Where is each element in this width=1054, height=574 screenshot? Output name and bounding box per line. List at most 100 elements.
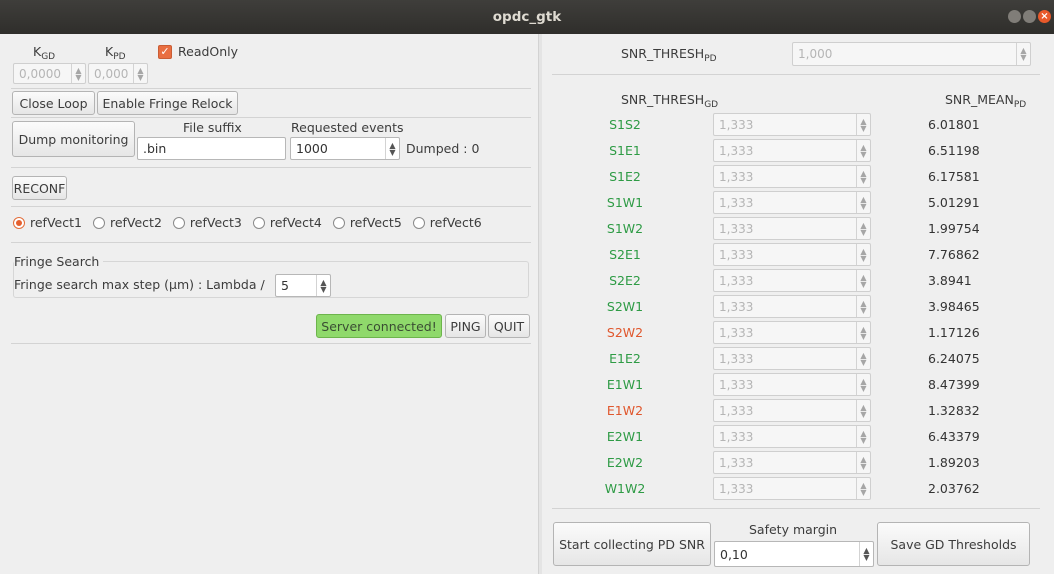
spin-arrows-icon[interactable]: ▲ ▼: [1016, 43, 1030, 65]
snr-thresh-gd-spinbox[interactable]: 1,333 ▲ ▼: [713, 243, 871, 266]
fringe-search-title: Fringe Search: [14, 254, 104, 269]
safety-margin-value: 0,10: [720, 546, 748, 562]
start-collecting-pd-snr-button[interactable]: Start collecting PD SNR: [553, 522, 711, 566]
snr-thresh-gd-spinbox[interactable]: 1,333 ▲ ▼: [713, 295, 871, 318]
reconf-button[interactable]: RECONF: [12, 176, 67, 200]
spin-arrows-icon[interactable]: ▲ ▼: [856, 374, 870, 395]
requested-events-spinbox[interactable]: 1000 ▲ ▼: [290, 137, 400, 160]
spin-arrows-icon[interactable]: ▲ ▼: [316, 275, 330, 296]
snr-mean-pd-value: 3.8941: [928, 273, 972, 288]
snr-mean-pd-value: 6.51198: [928, 143, 980, 158]
spin-arrows-icon[interactable]: ▲ ▼: [856, 114, 870, 135]
divider: [11, 343, 531, 344]
ping-button[interactable]: PING: [445, 314, 486, 338]
safety-margin-spinbox[interactable]: 0,10 ▲ ▼: [714, 541, 874, 567]
radio-refvect6[interactable]: refVect6: [412, 215, 482, 230]
spin-arrows-icon[interactable]: ▲ ▼: [856, 296, 870, 317]
snr-thresh-pd-label: SNR_THRESHPD: [621, 46, 717, 64]
snr-thresh-gd-spinbox[interactable]: 1,333 ▲ ▼: [713, 451, 871, 474]
snr-thresh-gd-value: 1,333: [719, 481, 754, 496]
divider: [11, 206, 531, 207]
spin-arrows-icon[interactable]: ▲ ▼: [856, 192, 870, 213]
kgd-label: KGD: [33, 44, 56, 62]
save-gd-thresholds-button[interactable]: Save GD Thresholds: [877, 522, 1030, 566]
snr-thresh-gd-value: 1,333: [719, 169, 754, 184]
file-suffix-input[interactable]: .bin: [137, 137, 286, 160]
snr-thresh-gd-spinbox[interactable]: 1,333 ▲ ▼: [713, 477, 871, 500]
close-loop-button[interactable]: Close Loop: [12, 91, 95, 115]
snr-thresh-gd-value: 1,333: [719, 325, 754, 340]
kgd-value: 0,0000: [19, 66, 61, 81]
snr-thresh-gd-spinbox[interactable]: 1,333 ▲ ▼: [713, 165, 871, 188]
snr-thresh-gd-spinbox[interactable]: 1,333 ▲ ▼: [713, 425, 871, 448]
snr-thresh-gd-spinbox[interactable]: 1,333 ▲ ▼: [713, 399, 871, 422]
snr-mean-pd-header: SNR_MEANPD: [945, 92, 1027, 110]
spin-arrows-icon[interactable]: ▲ ▼: [856, 452, 870, 473]
snr-mean-pd-value: 6.01801: [928, 117, 980, 132]
readonly-checkbox[interactable]: ✓ ReadOnly: [158, 44, 238, 59]
snr-thresh-gd-spinbox[interactable]: 1,333 ▲ ▼: [713, 269, 871, 292]
baseline-name: E1W1: [606, 377, 644, 392]
maximize-icon[interactable]: [1023, 10, 1036, 23]
spin-arrows-icon[interactable]: ▲ ▼: [856, 322, 870, 343]
radio-selected-icon: [13, 216, 25, 229]
snr-thresh-gd-value: 1,333: [719, 299, 754, 314]
spin-arrows-icon[interactable]: ▲ ▼: [385, 138, 399, 159]
snr-thresh-gd-spinbox[interactable]: 1,333 ▲ ▼: [713, 217, 871, 240]
snr-thresh-gd-spinbox[interactable]: 1,333 ▲ ▼: [713, 347, 871, 370]
spin-arrows-icon[interactable]: ▲ ▼: [856, 478, 870, 499]
kgd-spinbox[interactable]: 0,0000 ▲ ▼: [13, 63, 86, 84]
spin-arrows-icon[interactable]: ▲ ▼: [133, 64, 147, 83]
snr-thresh-pd-value: 1,000: [798, 47, 833, 61]
spin-arrows-icon[interactable]: ▲ ▼: [856, 166, 870, 187]
spin-arrows-icon[interactable]: ▲ ▼: [856, 270, 870, 291]
kpd-value: 0,000: [94, 66, 129, 81]
file-suffix-value: .bin: [143, 141, 167, 156]
snr-thresh-gd-value: 1,333: [719, 455, 754, 470]
spin-arrows-icon[interactable]: ▲ ▼: [856, 244, 870, 265]
spin-arrows-icon[interactable]: ▲ ▼: [856, 140, 870, 161]
spin-arrows-icon[interactable]: ▲ ▼: [856, 218, 870, 239]
divider: [11, 117, 531, 118]
snr-thresh-gd-value: 1,333: [719, 429, 754, 444]
radio-refvect5[interactable]: refVect5: [332, 215, 402, 230]
minimize-icon[interactable]: [1008, 10, 1021, 23]
spin-arrows-icon[interactable]: ▲ ▼: [856, 426, 870, 447]
radio-refvect1[interactable]: refVect1: [13, 215, 82, 230]
dump-monitoring-button[interactable]: Dump monitoring: [12, 121, 135, 157]
radio-refvect3[interactable]: refVect3: [172, 215, 242, 230]
file-suffix-label: File suffix: [183, 120, 242, 135]
snr-thresh-gd-spinbox[interactable]: 1,333 ▲ ▼: [713, 373, 871, 396]
snr-thresh-gd-spinbox[interactable]: 1,333 ▲ ▼: [713, 321, 871, 344]
radio-refvect4[interactable]: refVect4: [252, 215, 322, 230]
snr-mean-pd-value: 5.01291: [928, 195, 980, 210]
snr-mean-pd-value: 1.89203: [928, 455, 980, 470]
spin-arrows-icon[interactable]: ▲ ▼: [71, 64, 85, 83]
fringe-search-label: Fringe search max step (µm) : Lambda /: [14, 277, 265, 292]
snr-thresh-gd-spinbox[interactable]: 1,333 ▲ ▼: [713, 139, 871, 162]
panel-splitter[interactable]: [538, 34, 542, 574]
enable-fringe-relock-button[interactable]: Enable Fringe Relock: [97, 91, 238, 115]
divider: [11, 88, 531, 89]
baseline-name: E1E2: [609, 351, 641, 366]
fringe-search-step-spinbox[interactable]: 5 ▲ ▼: [275, 274, 331, 297]
snr-thresh-gd-spinbox[interactable]: 1,333 ▲ ▼: [713, 191, 871, 214]
quit-button[interactable]: QUIT: [488, 314, 530, 338]
spin-arrows-icon[interactable]: ▲ ▼: [856, 400, 870, 421]
close-icon[interactable]: ×: [1038, 10, 1051, 23]
divider: [552, 74, 1040, 75]
radio-refvect2[interactable]: refVect2: [92, 215, 162, 230]
snr-mean-pd-value: 7.76862: [928, 247, 980, 262]
baseline-name: S1E1: [609, 143, 641, 158]
spin-arrows-icon[interactable]: ▲ ▼: [859, 542, 873, 566]
snr-thresh-gd-header: SNR_THRESHGD: [621, 92, 719, 110]
snr-thresh-pd-spinbox[interactable]: 1,000 ▲ ▼: [792, 42, 1031, 66]
snr-mean-pd-value: 1.17126: [928, 325, 980, 340]
baseline-name: S2W1: [606, 299, 644, 314]
radio-label: refVect1: [30, 215, 82, 230]
checkmark-icon: ✓: [158, 44, 172, 59]
snr-thresh-gd-spinbox[interactable]: 1,333 ▲ ▼: [713, 113, 871, 136]
radio-label: refVect2: [109, 215, 162, 230]
spin-arrows-icon[interactable]: ▲ ▼: [856, 348, 870, 369]
kpd-spinbox[interactable]: 0,000 ▲ ▼: [88, 63, 148, 84]
